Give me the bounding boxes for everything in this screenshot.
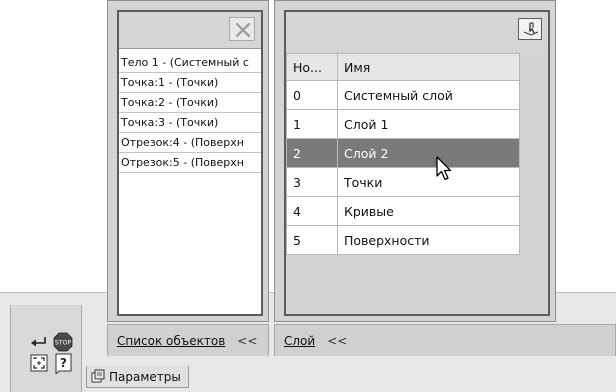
table-row[interactable]: 5 Поверхности	[286, 225, 520, 255]
list-item[interactable]: Тело 1 - (Системный с	[119, 53, 261, 73]
collapse-layer-button[interactable]: <<	[315, 334, 347, 348]
layer-name: Слой 1	[337, 109, 520, 139]
layer-number: 4	[286, 196, 338, 226]
layer-name: Слой 2	[337, 138, 520, 168]
mouse-cursor-icon	[436, 156, 452, 181]
layer-name: Поверхности	[337, 225, 520, 255]
layer-number: 0	[286, 80, 338, 110]
layer-number: 5	[286, 225, 338, 255]
table-row-selected[interactable]: 2 Слой 2	[286, 138, 520, 168]
tab-objects-list[interactable]: Список объектов <<	[107, 324, 269, 356]
tools-group: STOP ?	[10, 305, 82, 392]
layer-number: 1	[286, 109, 338, 139]
list-item[interactable]: Точка:1 - (Точки)	[119, 73, 261, 93]
layers-toolbar	[286, 12, 548, 50]
parameters-label: Параметры	[109, 369, 181, 384]
layer-number: 3	[286, 167, 338, 197]
column-header-number[interactable]: Но...	[286, 53, 338, 81]
parameters-icon	[91, 369, 105, 383]
table-row[interactable]: 4 Кривые	[286, 196, 520, 226]
list-item[interactable]: Точка:2 - (Точки)	[119, 93, 261, 113]
table-row[interactable]: 1 Слой 1	[286, 109, 520, 139]
delete-x-icon	[235, 22, 251, 38]
layers-frame: Но... Имя 0 Системный слой 1 Слой 1 2 Сл…	[284, 10, 550, 316]
enter-arrow-icon[interactable]	[28, 331, 50, 353]
objects-toolbar	[119, 12, 261, 49]
delete-button[interactable]	[229, 17, 255, 41]
table-header-row: Но... Имя	[286, 53, 520, 81]
stop-icon[interactable]: STOP	[52, 331, 74, 353]
layers-table: Но... Имя 0 Системный слой 1 Слой 1 2 Сл…	[286, 53, 520, 255]
layer-name: Кривые	[337, 196, 520, 226]
table-row[interactable]: 0 Системный слой	[286, 80, 520, 110]
tab-objects-label[interactable]: Список объектов	[108, 334, 225, 348]
objects-panel: Тело 1 - (Системный с Точка:1 - (Точки) …	[107, 0, 269, 322]
collapse-objects-button[interactable]: <<	[225, 334, 257, 348]
list-item[interactable]: Точка:3 - (Точки)	[119, 113, 261, 133]
workspace: STOP ? Список объектов << Слой << Параме…	[0, 0, 616, 392]
help-icon-label: ?	[60, 356, 67, 370]
object-list: Тело 1 - (Системный с Точка:1 - (Точки) …	[119, 53, 261, 173]
tab-layer[interactable]: Слой <<	[274, 324, 616, 356]
objects-list-frame: Тело 1 - (Системный с Точка:1 - (Точки) …	[117, 10, 263, 316]
layer-name: Точки	[337, 167, 520, 197]
list-item[interactable]: Отрезок:4 - (Поверхн	[119, 133, 261, 153]
layer-tool-button[interactable]	[518, 18, 542, 40]
layer-pointer-icon	[523, 22, 539, 36]
layers-panel: Но... Имя 0 Системный слой 1 Слой 1 2 Сл…	[274, 0, 556, 322]
table-row[interactable]: 3 Точки	[286, 167, 520, 197]
column-header-name[interactable]: Имя	[337, 53, 520, 81]
layer-number: 2	[286, 138, 338, 168]
stop-icon-label: STOP	[55, 340, 72, 347]
tab-layer-label[interactable]: Слой	[275, 334, 315, 348]
layer-name: Системный слой	[337, 80, 520, 110]
list-item[interactable]: Отрезок:5 - (Поверхн	[119, 153, 261, 173]
fit-frame-icon[interactable]	[28, 352, 50, 374]
tab-parameters[interactable]: Параметры	[86, 366, 189, 388]
help-question-icon[interactable]: ?	[52, 352, 74, 376]
